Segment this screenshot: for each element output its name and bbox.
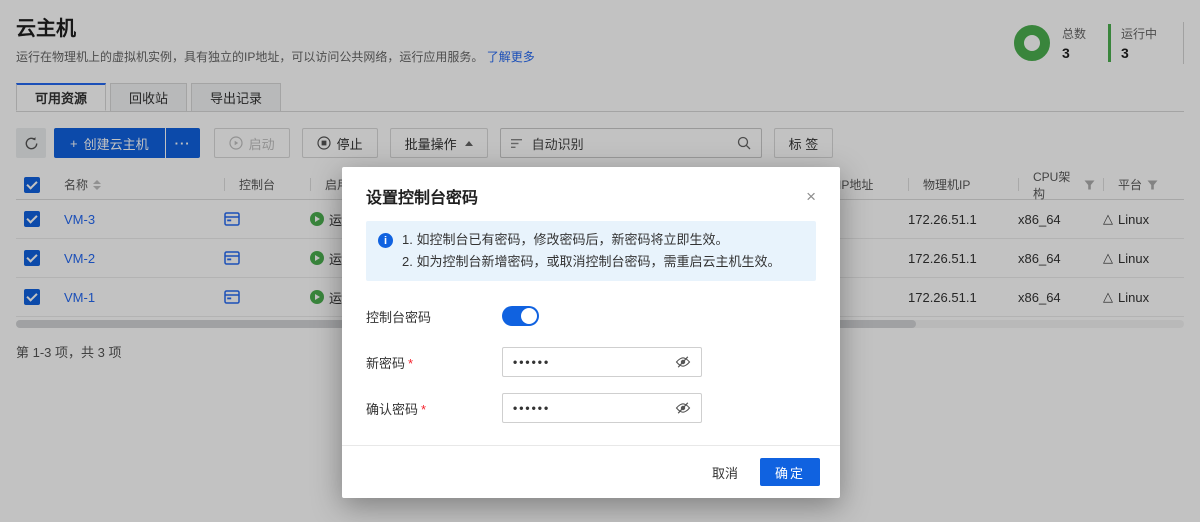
console-password-label: 控制台密码 (366, 307, 502, 326)
toggle-knob (521, 308, 537, 324)
cancel-button[interactable]: 取消 (712, 463, 738, 482)
new-password-field[interactable]: •••••• (502, 347, 702, 377)
info-note-2: 2. 如为控制台新增密码，或取消控制台密码，需重启云主机生效。 (402, 251, 780, 273)
console-password-toggle[interactable] (502, 306, 539, 326)
new-password-label: 新密码* (366, 353, 502, 372)
modal-form: 控制台密码 新密码* •••••• 确认密码* •••••• (342, 281, 840, 443)
eye-off-icon[interactable] (675, 400, 691, 416)
modal-header: 设置控制台密码 × (342, 167, 840, 221)
new-password-row: 新密码* •••••• (366, 347, 816, 377)
confirm-password-label: 确认密码* (366, 399, 502, 418)
required-mark: * (421, 402, 426, 417)
info-banner-text: 1. 如控制台已有密码，修改密码后，新密码将立即生效。 2. 如为控制台新增密码… (402, 229, 780, 273)
confirm-button[interactable]: 确定 (760, 458, 820, 486)
info-note-1: 1. 如控制台已有密码，修改密码后，新密码将立即生效。 (402, 229, 780, 251)
confirm-password-field[interactable]: •••••• (502, 393, 702, 423)
info-banner: i 1. 如控制台已有密码，修改密码后，新密码将立即生效。 2. 如为控制台新增… (366, 221, 816, 281)
eye-off-icon[interactable] (675, 354, 691, 370)
modal-title: 设置控制台密码 (366, 184, 478, 208)
modal-footer: 取消 确定 (342, 445, 840, 498)
confirm-password-row: 确认密码* •••••• (366, 393, 816, 423)
set-console-password-modal: 设置控制台密码 × i 1. 如控制台已有密码，修改密码后，新密码将立即生效。 … (342, 167, 840, 498)
new-password-value: •••••• (513, 355, 550, 369)
info-icon: i (378, 233, 393, 248)
console-password-row: 控制台密码 (366, 301, 816, 331)
required-mark: * (408, 356, 413, 371)
close-icon[interactable]: × (806, 188, 816, 205)
confirm-password-value: •••••• (513, 401, 550, 415)
